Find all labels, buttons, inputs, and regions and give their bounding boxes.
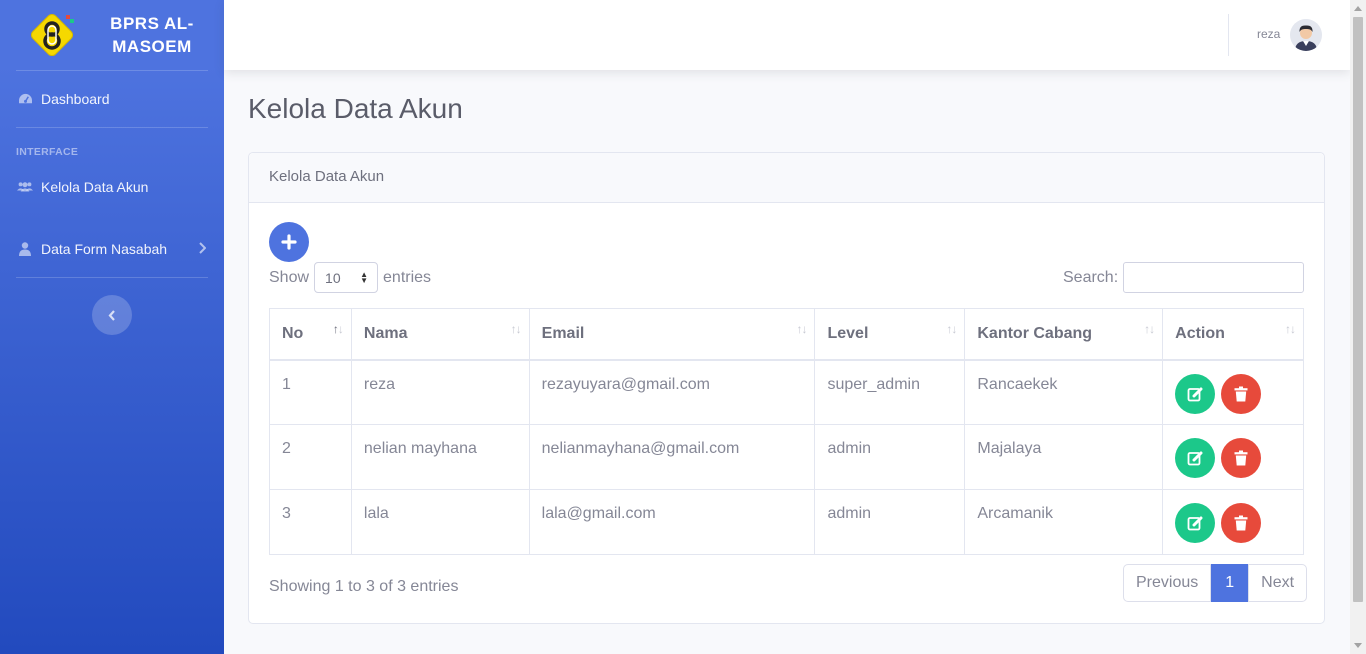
sidebar-item-kelola-data-akun[interactable]: Kelola Data Akun [0, 165, 224, 209]
brand-name: BPRS AL- MASOEM [110, 12, 194, 58]
plus-icon [281, 234, 297, 250]
edit-icon [1187, 516, 1203, 531]
cell-kantor: Arcamanik [964, 489, 1164, 555]
sidebar-item-label: Kelola Data Akun [41, 179, 149, 195]
entries-label: entries [383, 268, 432, 286]
sidebar-brand[interactable]: BPRS AL- MASOEM [0, 0, 224, 70]
pagination: Previous 1 Next [1123, 564, 1308, 602]
sidebar: BPRS AL- MASOEM Dashboard INTERFACE Kelo… [0, 0, 224, 654]
cell-kantor: Majalaya [964, 424, 1164, 490]
scrollbar-thumb[interactable] [1353, 17, 1363, 602]
sidebar-heading: INTERFACE [16, 146, 79, 158]
column-label: Kantor Cabang [977, 324, 1093, 342]
page-scrollbar[interactable] [1350, 0, 1366, 654]
sidebar-toggle-button[interactable] [92, 295, 132, 335]
cell-kantor: Rancaekek [964, 359, 1164, 425]
sidebar-item-label: Data Form Nasabah [41, 241, 168, 257]
column-label: Action [1175, 324, 1225, 342]
table-row: 2 nelian mayhana nelianmayhana@gmail.com… [269, 424, 1304, 490]
sidebar-item-dashboard[interactable]: Dashboard [0, 71, 224, 127]
sidebar-toggle-wrap [0, 278, 224, 335]
page-title: Kelola Data Akun [248, 93, 463, 124]
cell-level: admin [814, 489, 966, 555]
delete-button[interactable] [1220, 373, 1261, 414]
previous-page-button[interactable]: Previous [1123, 564, 1212, 602]
page-1-button[interactable]: 1 [1211, 564, 1249, 602]
cell-actions [1162, 424, 1304, 490]
cell-level: admin [814, 424, 966, 490]
edit-button[interactable] [1175, 373, 1216, 414]
sort-icon: ↑↓ [1285, 322, 1296, 336]
sidebar-item-data-form-nasabah[interactable]: Data Form Nasabah [0, 221, 224, 277]
avatar[interactable] [1290, 19, 1322, 51]
cell-no: 1 [269, 359, 352, 425]
trash-icon [1234, 515, 1248, 531]
cell-level: super_admin [814, 359, 966, 425]
card-header: Kelola Data Akun [249, 153, 1324, 203]
cell-nama: reza [350, 359, 530, 425]
cell-nama: lala [350, 489, 530, 555]
trash-icon [1234, 386, 1248, 401]
edit-icon [1187, 451, 1203, 466]
search-input[interactable] [1123, 262, 1304, 293]
edit-button[interactable] [1175, 438, 1216, 478]
tachometer-icon [17, 91, 33, 107]
column-header-level[interactable]: Level ↑↓ [814, 308, 966, 361]
topbar-divider [1228, 14, 1229, 56]
user-name[interactable]: reza [1257, 27, 1280, 41]
select-arrows-icon: ▲ ▼ [360, 270, 369, 285]
column-label: Email [541, 324, 585, 342]
delete-button[interactable] [1220, 438, 1261, 478]
table-header-row: No ↑↓ Nama ↑↓ Email ↑↓ Level ↑↓ Kantor Caban… [269, 308, 1304, 361]
chevron-left-icon [108, 309, 115, 321]
delete-button[interactable] [1220, 503, 1261, 543]
user-icon [17, 241, 33, 257]
cell-nama: nelian mayhana [350, 424, 530, 490]
column-label: Level [827, 324, 869, 342]
column-header-email[interactable]: Email ↑↓ [528, 308, 816, 361]
sidebar-item-label: Dashboard [41, 91, 110, 107]
table-info: Showing 1 to 3 of 3 entries [269, 578, 459, 595]
trash-icon [1234, 450, 1248, 466]
entries-select[interactable]: 10 ▲ ▼ [314, 262, 379, 293]
length-control: Show 10 ▲ ▼ entries [269, 262, 431, 293]
column-label: Nama [363, 324, 408, 342]
brand-line-1: BPRS AL- [110, 14, 194, 33]
column-label: No [282, 324, 304, 342]
table-row: 3 lala lala@gmail.com admin Arcamanik [269, 489, 1304, 555]
sort-icon: ↑↓ [946, 322, 957, 336]
search-label: Search: [1063, 269, 1119, 286]
cell-email: nelianmayhana@gmail.com [528, 424, 816, 490]
chevron-right-icon [198, 241, 207, 257]
show-label: Show [269, 268, 310, 286]
cell-no: 3 [269, 489, 352, 555]
cell-email: lala@gmail.com [528, 489, 816, 555]
accounts-table: No ↑↓ Nama ↑↓ Email ↑↓ Level ↑↓ Kantor Caban… [269, 308, 1304, 555]
edit-icon [1187, 387, 1203, 401]
column-header-kantor-cabang[interactable]: Kantor Cabang ↑↓ [964, 308, 1164, 361]
next-page-button[interactable]: Next [1248, 564, 1308, 602]
column-header-nama[interactable]: Nama ↑↓ [350, 308, 530, 361]
cell-email: rezayuyara@gmail.com [528, 359, 816, 425]
edit-button[interactable] [1175, 503, 1216, 543]
add-account-button[interactable] [269, 222, 309, 262]
scroll-up-icon[interactable] [1354, 6, 1362, 11]
cell-actions [1162, 359, 1304, 425]
sort-icon: ↑↓ [510, 322, 522, 336]
users-icon [17, 179, 33, 195]
topbar: reza [224, 0, 1350, 70]
sort-icon: ↑↓ [796, 322, 807, 336]
sort-icon: ↑↓ [332, 322, 344, 336]
sort-icon: ↑↓ [1144, 322, 1155, 336]
cell-no: 2 [269, 424, 352, 490]
scroll-down-icon[interactable] [1354, 643, 1362, 648]
cell-actions [1162, 489, 1304, 555]
table-row: 1 reza rezayuyara@gmail.com super_admin … [269, 359, 1304, 425]
brand-logo-icon [26, 9, 78, 61]
brand-line-2: MASOEM [112, 37, 192, 56]
entries-select-value: 10 [325, 269, 341, 286]
column-header-no[interactable]: No ↑↓ [269, 308, 352, 361]
data-card: Kelola Data Akun Show 10 ▲ ▼ entries Sear… [248, 152, 1325, 624]
column-header-action[interactable]: Action ↑↓ [1162, 308, 1304, 361]
